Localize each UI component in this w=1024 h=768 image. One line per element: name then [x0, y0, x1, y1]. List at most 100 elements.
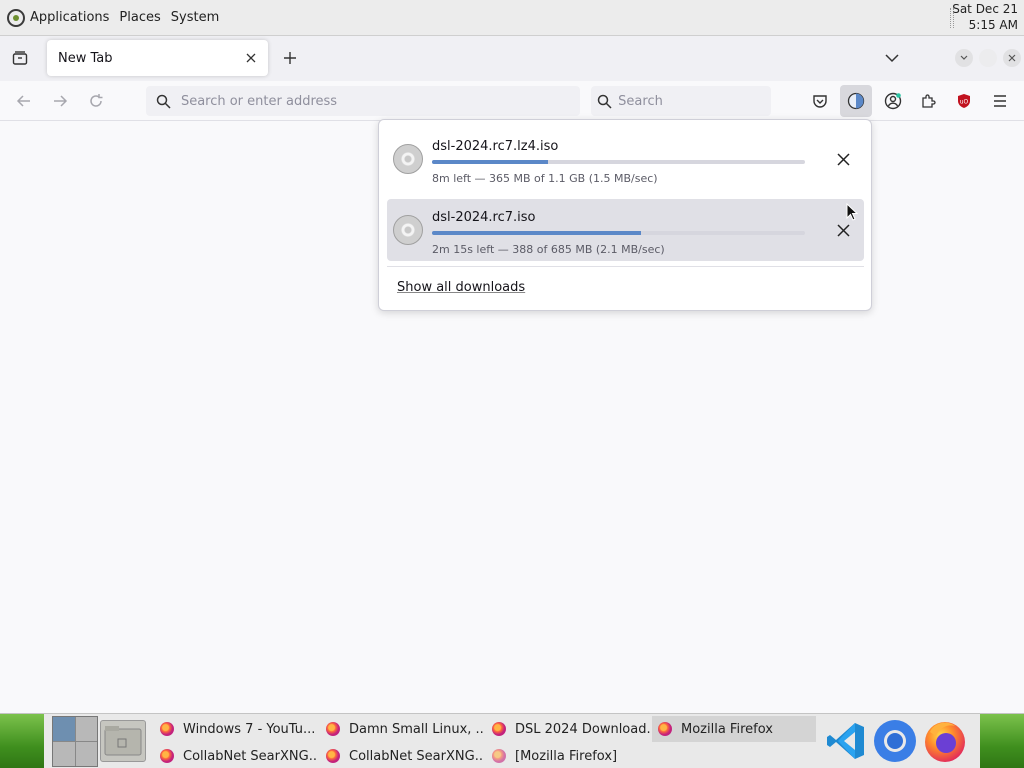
- file-manager-icon[interactable]: [100, 720, 146, 762]
- download-progress-bar: [432, 231, 805, 235]
- arrow-right-icon: [54, 95, 68, 107]
- taskbar-window-button[interactable]: Windows 7 - YouTu...: [154, 716, 318, 742]
- download-filename: dsl-2024.rc7.lz4.iso: [432, 139, 559, 154]
- panel-divider: [387, 266, 864, 267]
- wallpaper-edge-right: [980, 714, 1024, 768]
- close-icon: [836, 223, 850, 237]
- ublock-shield-icon: uO: [958, 94, 970, 108]
- panel-clock[interactable]: Sat Dec 21 5:15 AM: [952, 1, 1018, 33]
- taskbar-window-button[interactable]: DSL 2024 Download...: [486, 716, 650, 742]
- firefox-icon[interactable]: [921, 717, 969, 765]
- search-icon: [591, 94, 618, 109]
- show-all-downloads-button[interactable]: Show all downloads: [397, 280, 525, 295]
- plus-icon: [284, 52, 296, 64]
- chevron-down-icon: [885, 54, 899, 63]
- downloads-button[interactable]: [840, 85, 872, 117]
- forward-button[interactable]: [44, 85, 76, 117]
- bottom-taskbar: Windows 7 - YouTu... Damn Small Linux, .…: [0, 713, 1024, 768]
- mouse-cursor-icon: [846, 203, 858, 221]
- workspace-switcher[interactable]: [52, 716, 98, 767]
- reload-button[interactable]: [80, 85, 112, 117]
- downloads-panel: dsl-2024.rc7.lz4.iso 8m left — 365 MB of…: [378, 119, 872, 311]
- download-status: 8m left — 365 MB of 1.1 GB (1.5 MB/sec): [432, 172, 658, 185]
- workspace-1[interactable]: [53, 717, 75, 741]
- firefox-icon: [492, 749, 506, 763]
- firefox-icon: [326, 749, 340, 763]
- pocket-button[interactable]: [804, 85, 836, 117]
- task-label: DSL 2024 Download...: [515, 721, 650, 737]
- firefox-icon: [658, 722, 672, 736]
- pocket-icon: [813, 95, 827, 108]
- address-bar[interactable]: [146, 86, 580, 116]
- vscode-icon[interactable]: [822, 717, 870, 765]
- download-item[interactable]: dsl-2024.rc7.lz4.iso 8m left — 365 MB of…: [387, 128, 864, 190]
- puzzle-icon: [922, 94, 936, 108]
- hamburger-menu-icon: [994, 95, 1006, 107]
- task-label: Windows 7 - YouTu...: [183, 721, 316, 737]
- account-button[interactable]: [877, 85, 909, 117]
- download-progress-bar: [432, 160, 805, 164]
- clock-date: Sat Dec 21: [952, 2, 1018, 16]
- taskbar-window-button[interactable]: [Mozilla Firefox]: [486, 743, 650, 768]
- download-status: 2m 15s left — 388 of 685 MB (2.1 MB/sec): [432, 243, 665, 256]
- download-progress-icon: [847, 92, 865, 110]
- task-label: CollabNet SearXNG...: [349, 748, 484, 764]
- top-panel: Applications Places System Sat Dec 21 5:…: [0, 0, 1024, 36]
- firefox-view-icon: [12, 51, 28, 65]
- workspace-4[interactable]: [75, 742, 97, 766]
- chevron-down-icon: [960, 55, 968, 60]
- window-close-button[interactable]: [1003, 49, 1021, 67]
- search-input[interactable]: [618, 93, 771, 109]
- firefox-icon: [492, 722, 506, 736]
- svg-text:uO: uO: [960, 99, 969, 106]
- applications-menu[interactable]: Applications: [30, 10, 109, 25]
- close-icon: [246, 53, 256, 63]
- tab-close-button[interactable]: [242, 49, 260, 67]
- tab-new-tab[interactable]: New Tab: [47, 40, 268, 76]
- workspace-2[interactable]: [75, 717, 97, 741]
- cancel-download-button[interactable]: [831, 218, 855, 242]
- ublock-origin-button[interactable]: uO: [948, 85, 980, 117]
- firefox-view-button[interactable]: [4, 42, 36, 74]
- taskbar-window-button[interactable]: Mozilla Firefox: [652, 716, 816, 742]
- reload-icon: [90, 94, 103, 107]
- task-label: CollabNet SearXNG...: [183, 748, 318, 764]
- workspace-3[interactable]: [53, 742, 75, 766]
- firefox-icon: [160, 749, 174, 763]
- firefox-icon: [160, 722, 174, 736]
- task-label: [Mozilla Firefox]: [515, 748, 618, 764]
- maximize-button[interactable]: [979, 49, 997, 67]
- taskbar-window-button[interactable]: CollabNet SearXNG...: [320, 743, 484, 768]
- search-bar[interactable]: [591, 86, 771, 116]
- search-icon: [146, 94, 181, 109]
- taskbar-window-button[interactable]: CollabNet SearXNG...: [154, 743, 318, 768]
- taskbar-window-button[interactable]: Damn Small Linux, ...: [320, 716, 484, 742]
- arrow-left-icon: [16, 95, 30, 107]
- cancel-download-button[interactable]: [831, 147, 855, 171]
- distro-logo-icon[interactable]: [7, 8, 25, 27]
- system-menu[interactable]: System: [171, 10, 219, 25]
- address-input[interactable]: [180, 93, 580, 109]
- tab-title: New Tab: [58, 50, 113, 66]
- task-label: Damn Small Linux, ...: [349, 721, 484, 737]
- tab-strip: New Tab: [0, 36, 1024, 81]
- task-label: Mozilla Firefox: [681, 721, 773, 737]
- download-item[interactable]: dsl-2024.rc7.iso 2m 15s left — 388 of 68…: [387, 199, 864, 261]
- list-all-tabs-button[interactable]: [876, 42, 908, 74]
- account-icon: [884, 92, 902, 110]
- clock-time: 5:15 AM: [968, 18, 1018, 32]
- close-icon: [836, 152, 850, 166]
- disc-image-icon: [393, 144, 423, 174]
- firefox-icon: [326, 722, 340, 736]
- chromium-icon[interactable]: [871, 717, 919, 765]
- disc-image-icon: [393, 215, 423, 245]
- minimize-button[interactable]: [955, 49, 973, 67]
- close-icon: [1008, 54, 1016, 62]
- back-button[interactable]: [8, 85, 40, 117]
- extensions-button[interactable]: [912, 85, 944, 117]
- navigation-toolbar: uO: [0, 81, 1024, 121]
- new-tab-button[interactable]: [274, 42, 306, 74]
- download-filename: dsl-2024.rc7.iso: [432, 210, 536, 225]
- places-menu[interactable]: Places: [119, 10, 160, 25]
- app-menu-button[interactable]: [984, 85, 1016, 117]
